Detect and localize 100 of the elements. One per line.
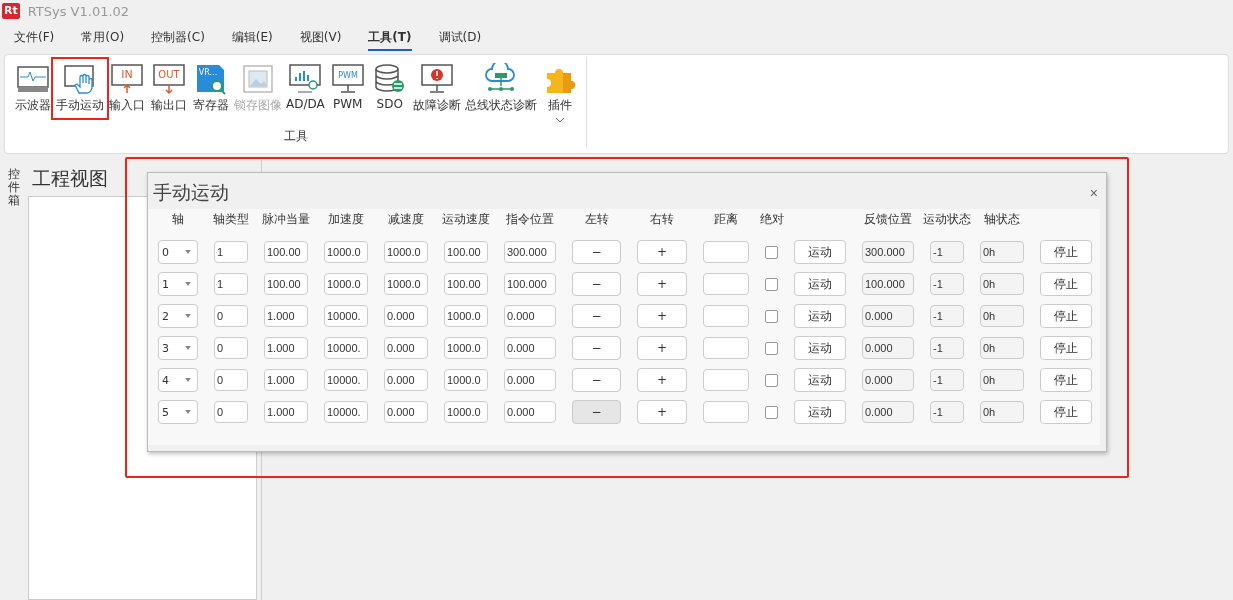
jog-left-button[interactable]: − — [572, 336, 621, 360]
input-field[interactable]: 1000.0 — [384, 241, 428, 263]
input-field[interactable]: 10000. — [324, 369, 368, 391]
jog-right-button[interactable]: + — [637, 368, 687, 392]
menu-tab[interactable]: 文件(F) — [14, 25, 55, 51]
ribbon-button[interactable]: IN 输入口 — [107, 61, 147, 116]
input-field[interactable]: 1.000 — [264, 401, 308, 423]
input-field[interactable]: 1 — [214, 241, 248, 263]
move-button[interactable]: 运动 — [794, 336, 846, 360]
stop-button[interactable]: 停止 — [1040, 336, 1092, 360]
jog-left-button[interactable]: − — [572, 400, 621, 424]
input-field[interactable] — [703, 273, 749, 295]
jog-right-button[interactable]: + — [637, 400, 687, 424]
side-tab[interactable]: 控件箱 — [8, 168, 20, 600]
ribbon-button[interactable]: AD/DA — [285, 61, 326, 113]
checkbox[interactable] — [765, 373, 778, 387]
stop-button[interactable]: 停止 — [1040, 240, 1092, 264]
menu-tab[interactable]: 编辑(E) — [231, 25, 273, 51]
input-field[interactable] — [703, 241, 749, 263]
axis-dropdown[interactable]: 1 — [158, 272, 198, 296]
axis-dropdown[interactable]: 4 — [158, 368, 198, 392]
menu-tab[interactable]: 控制器(C) — [151, 25, 205, 51]
jog-right-button[interactable]: + — [637, 240, 687, 264]
input-field[interactable]: 0 — [214, 305, 248, 327]
stop-button[interactable]: 停止 — [1040, 400, 1092, 424]
move-button[interactable]: 运动 — [794, 304, 846, 328]
input-field[interactable]: 100.000 — [504, 273, 556, 295]
ribbon-button[interactable]: 故障诊断 — [411, 61, 462, 116]
input-field[interactable] — [703, 305, 749, 327]
axis-dropdown[interactable]: 0 — [158, 240, 198, 264]
jog-right-button[interactable]: + — [637, 272, 687, 296]
checkbox[interactable] — [765, 405, 778, 419]
input-field[interactable]: 10000. — [324, 305, 368, 327]
stop-button[interactable]: 停止 — [1040, 304, 1092, 328]
input-field[interactable] — [703, 369, 749, 391]
axis-dropdown[interactable]: 2 — [158, 304, 198, 328]
input-field[interactable]: 1000.0 — [444, 337, 488, 359]
jog-left-button[interactable]: − — [572, 304, 621, 328]
input-field[interactable]: 1000.0 — [444, 305, 488, 327]
move-button[interactable]: 运动 — [794, 272, 846, 296]
input-field[interactable]: 0 — [214, 401, 248, 423]
input-field[interactable]: 0 — [214, 369, 248, 391]
ribbon-button[interactable]: 手动运动 — [55, 61, 105, 116]
column-header: 运动速度 — [442, 211, 490, 228]
menu-tab[interactable]: 常用(O) — [81, 25, 125, 51]
jog-left-button[interactable]: − — [572, 272, 621, 296]
input-field[interactable]: 1.000 — [264, 337, 308, 359]
input-field[interactable]: 0 — [214, 337, 248, 359]
input-field[interactable]: 100.00 — [264, 273, 308, 295]
ribbon-button[interactable]: 插件 — [539, 61, 580, 125]
checkbox[interactable] — [765, 309, 778, 323]
checkbox[interactable] — [765, 245, 778, 259]
menu-tab[interactable]: 工具(T) — [368, 25, 412, 51]
close-button[interactable]: × — [1087, 185, 1100, 201]
readonly-field: -1 — [930, 337, 964, 359]
move-button[interactable]: 运动 — [794, 240, 846, 264]
input-field[interactable]: 1000.0 — [444, 401, 488, 423]
checkbox[interactable] — [765, 341, 778, 355]
input-field[interactable]: 10000. — [324, 401, 368, 423]
input-field[interactable]: 0.000 — [384, 305, 428, 327]
jog-right-button[interactable]: + — [637, 304, 687, 328]
jog-right-button[interactable]: + — [637, 336, 687, 360]
input-field[interactable]: 0.000 — [384, 369, 428, 391]
stop-button[interactable]: 停止 — [1040, 368, 1092, 392]
ribbon-button[interactable]: SDO — [369, 61, 410, 113]
menu-tab[interactable]: 视图(V) — [299, 25, 342, 51]
input-field[interactable]: 1.000 — [264, 369, 308, 391]
move-button[interactable]: 运动 — [794, 368, 846, 392]
input-field[interactable]: 1.000 — [264, 305, 308, 327]
input-field[interactable]: 1000.0 — [324, 273, 368, 295]
input-field[interactable]: 0.000 — [504, 369, 556, 391]
input-field[interactable]: 0.000 — [384, 337, 428, 359]
input-field[interactable]: 10000. — [324, 337, 368, 359]
jog-left-button[interactable]: − — [572, 240, 621, 264]
input-field[interactable]: 100.00 — [264, 241, 308, 263]
input-field[interactable]: 0.000 — [504, 337, 556, 359]
input-field[interactable]: 1000.0 — [384, 273, 428, 295]
axis-dropdown[interactable]: 3 — [158, 336, 198, 360]
input-field[interactable]: 1000.0 — [444, 369, 488, 391]
ribbon-button[interactable]: OUT 输出口 — [149, 61, 189, 116]
ribbon-button[interactable]: PWM PWM — [327, 61, 368, 113]
ribbon-button[interactable]: VR... 寄存器 — [191, 61, 231, 116]
axis-dropdown[interactable]: 5 — [158, 400, 198, 424]
menu-tab[interactable]: 调试(D) — [438, 25, 482, 51]
input-field[interactable]: 300.000 — [504, 241, 556, 263]
input-field[interactable]: 1000.0 — [324, 241, 368, 263]
input-field[interactable]: 100.00 — [444, 273, 488, 295]
input-field[interactable]: 100.00 — [444, 241, 488, 263]
stop-button[interactable]: 停止 — [1040, 272, 1092, 296]
input-field[interactable]: 1 — [214, 273, 248, 295]
input-field[interactable]: 0.000 — [504, 401, 556, 423]
input-field[interactable] — [703, 337, 749, 359]
ribbon-button[interactable]: 示波器 — [13, 61, 53, 116]
input-field[interactable]: 0.000 — [504, 305, 556, 327]
jog-left-button[interactable]: − — [572, 368, 621, 392]
input-field[interactable] — [703, 401, 749, 423]
move-button[interactable]: 运动 — [794, 400, 846, 424]
ribbon-button[interactable]: 总线状态诊断 — [463, 61, 538, 116]
checkbox[interactable] — [765, 277, 778, 291]
input-field[interactable]: 0.000 — [384, 401, 428, 423]
